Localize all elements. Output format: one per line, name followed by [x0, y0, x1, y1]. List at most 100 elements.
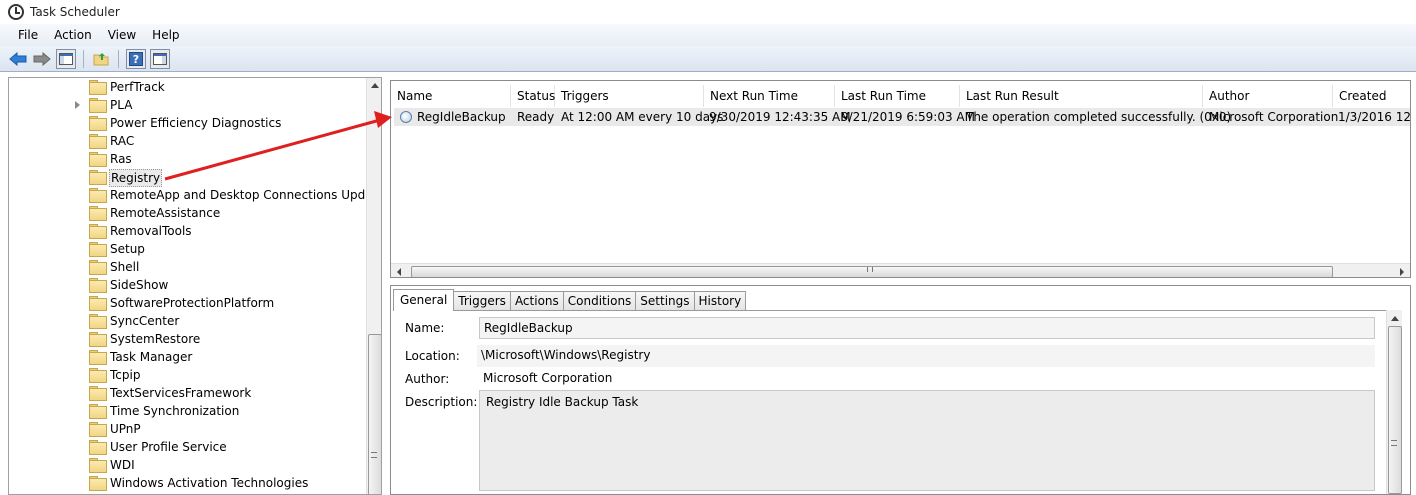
tree-item[interactable]: SystemRestore [9, 330, 366, 348]
tree-item[interactable]: User Profile Service [9, 438, 366, 456]
tree-item[interactable]: Windows Activation Technologies [9, 474, 366, 492]
forward-arrow-icon[interactable] [32, 49, 52, 69]
tree-item[interactable]: Setup [9, 240, 366, 258]
folder-icon [89, 98, 107, 113]
task-properties: General Triggers Actions Conditions Sett… [390, 285, 1411, 495]
folder-icon [89, 242, 107, 257]
tree-item[interactable]: Task Manager [9, 348, 366, 366]
column-header-author[interactable]: Author [1203, 85, 1333, 107]
title-bar: Task Scheduler [0, 0, 1416, 24]
tree-item[interactable]: RemoteApp and Desktop Connections Update [9, 186, 381, 204]
tab-actions[interactable]: Actions [509, 291, 564, 311]
tab-triggers[interactable]: Triggers [453, 291, 511, 311]
folder-icon [89, 476, 107, 491]
scroll-right-icon[interactable] [1400, 268, 1404, 276]
console-tree: PerfTrack PLA Power Efficiency Diagnostics… [8, 77, 382, 495]
column-header-triggers[interactable]: Triggers [555, 85, 704, 107]
tab-settings[interactable]: Settings [635, 291, 695, 311]
tree-item[interactable]: Tcpip [9, 366, 366, 384]
author-field[interactable]: Microsoft Corporation [479, 368, 1375, 390]
tree-item[interactable]: SideShow [9, 276, 366, 294]
tree-item[interactable]: RemoteAssistance [9, 204, 366, 222]
name-label: Name: [405, 321, 445, 335]
folder-icon [89, 80, 107, 95]
tab-conditions[interactable]: Conditions [562, 291, 637, 311]
scroll-grip [867, 267, 873, 272]
tab-general[interactable]: General [393, 289, 455, 311]
folder-icon [89, 422, 107, 437]
menu-view[interactable]: View [100, 24, 144, 46]
window-title: Task Scheduler [30, 5, 120, 19]
show-hide-action-pane-icon[interactable] [150, 48, 170, 69]
task-name: RegIdleBackup [417, 110, 506, 124]
toolbar: ? [0, 46, 1416, 72]
column-header-last-run-time[interactable]: Last Run Time [835, 85, 960, 107]
task-list-horizontal-scrollbar[interactable] [391, 263, 1410, 277]
tree-item-label: Tcpip [110, 368, 141, 382]
tree-item-label: Shell [110, 260, 140, 274]
task-list-header: Name Status Triggers Next Run Time Last … [391, 85, 1410, 107]
folder-icon [89, 170, 107, 185]
tab-history[interactable]: History [693, 291, 747, 311]
scroll-up-icon[interactable] [371, 83, 379, 88]
help-icon[interactable]: ? [126, 48, 146, 69]
back-arrow-icon[interactable] [8, 49, 28, 69]
tree-item[interactable]: Shell [9, 258, 366, 276]
tree-item[interactable]: PerfTrack [9, 78, 366, 96]
svg-text:?: ? [133, 53, 139, 66]
tree-item[interactable]: RemovalTools [9, 222, 366, 240]
scroll-left-icon[interactable] [397, 268, 401, 276]
menu-action[interactable]: Action [46, 24, 100, 46]
folder-icon [89, 404, 107, 419]
expand-arrow-icon[interactable] [75, 101, 80, 109]
tree-item-label: Setup [110, 242, 145, 256]
tree-vertical-scrollbar[interactable] [366, 78, 381, 494]
tree-item-label: Time Synchronization [110, 404, 240, 418]
tree-item-label: Ras [110, 152, 132, 166]
task-last-run-result: The operation completed successfully. (0… [966, 110, 1232, 124]
location-field[interactable]: \Microsoft\Windows\Registry [477, 345, 1375, 367]
up-folder-icon[interactable] [91, 49, 111, 69]
name-field[interactable]: RegIdleBackup [479, 317, 1375, 339]
folder-icon [89, 386, 107, 401]
scroll-up-icon[interactable] [1391, 316, 1399, 321]
column-header-status[interactable]: Status [511, 85, 555, 107]
folder-icon [89, 260, 107, 275]
scroll-thumb[interactable] [1388, 326, 1402, 494]
tree-item[interactable]: SyncCenter [9, 312, 366, 330]
table-row[interactable]: RegIdleBackup Ready At 12:00 AM every 10… [394, 108, 1410, 126]
menu-help[interactable]: Help [144, 24, 187, 46]
show-hide-console-tree-icon[interactable] [56, 48, 76, 69]
folder-icon [89, 116, 107, 131]
toolbar-separator [118, 49, 119, 68]
folder-icon [89, 296, 107, 311]
column-header-name[interactable]: Name [391, 85, 511, 107]
author-label: Author: [405, 372, 450, 386]
column-header-next-run-time[interactable]: Next Run Time [704, 85, 835, 107]
tree-item-label: RemoteAssistance [110, 206, 221, 220]
menu-file[interactable]: File [10, 24, 46, 46]
task-status: Ready [517, 110, 555, 124]
folder-icon [89, 332, 107, 347]
folder-icon [89, 206, 107, 221]
column-header-last-run-result[interactable]: Last Run Result [960, 85, 1203, 107]
tree-item[interactable]: TextServicesFramework [9, 384, 366, 402]
tree-item[interactable]: UPnP [9, 420, 366, 438]
toolbar-separator [83, 49, 84, 68]
tree-item[interactable]: PLA [9, 96, 366, 114]
folder-icon [89, 350, 107, 365]
tree-item-label: Registry [109, 169, 163, 187]
column-header-created[interactable]: Created [1333, 85, 1410, 107]
tree-item[interactable]: WDI [9, 456, 366, 474]
tree-item[interactable]: RAC [9, 132, 366, 150]
tree-item[interactable]: SoftwareProtectionPlatform [9, 294, 366, 312]
menu-bar: File Action View Help [0, 24, 1416, 46]
properties-vertical-scrollbar[interactable] [1386, 310, 1402, 494]
tree-item[interactable]: Power Efficiency Diagnostics [9, 114, 366, 132]
tree-item[interactable]: Registry [9, 168, 366, 187]
tree-item[interactable]: Time Synchronization [9, 402, 366, 420]
tree-item[interactable]: Ras [9, 150, 366, 168]
scroll-thumb[interactable] [368, 334, 381, 494]
folder-icon [89, 368, 107, 383]
description-field[interactable]: Registry Idle Backup Task [479, 390, 1375, 491]
